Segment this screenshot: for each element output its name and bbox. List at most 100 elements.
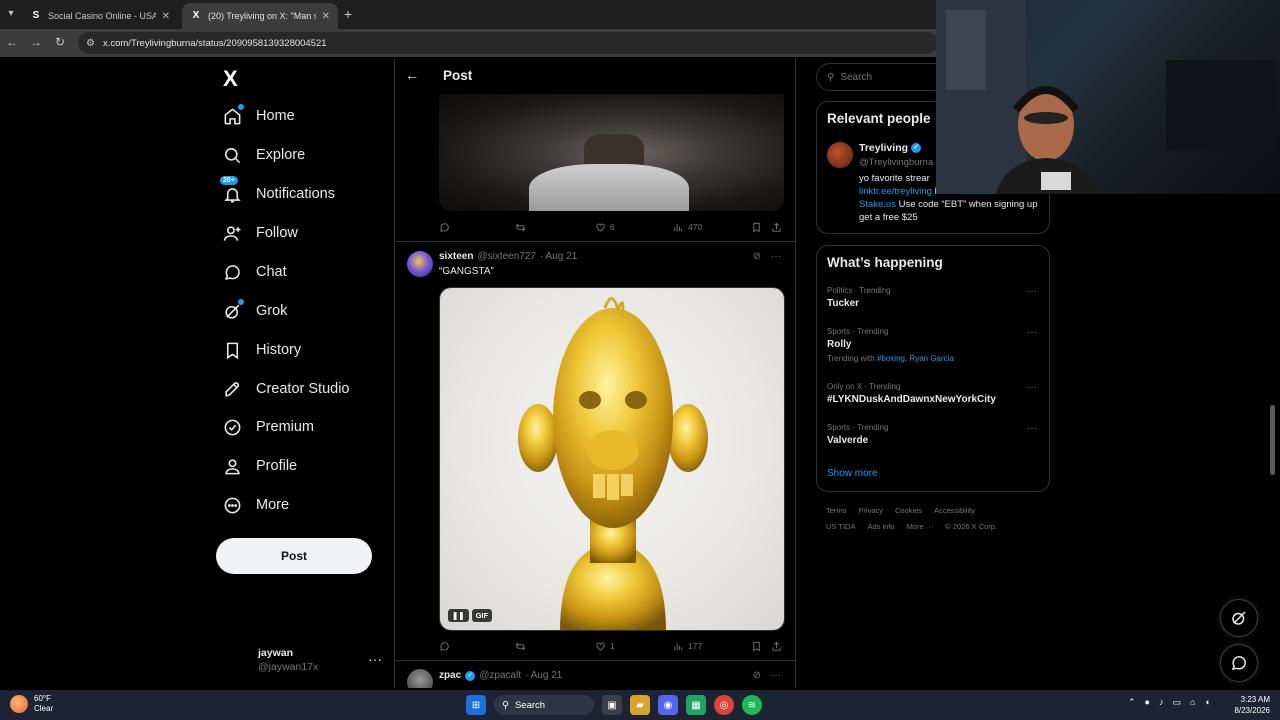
tab-x-post[interactable]: X (20) Treyliving on X: "Man shut ✕ [182,3,338,29]
nav-creator-studio[interactable]: Creator Studio [222,376,350,402]
footer-link[interactable]: More ··· [907,522,934,531]
footer-link[interactable]: Terms [826,506,846,515]
heart-icon [596,223,605,232]
trend-item[interactable]: Politics · Trending Tucker ··· [827,286,1041,309]
footer-link[interactable]: Ads info [867,522,894,531]
display-icon[interactable]: ▭ [1172,697,1181,708]
views-button[interactable]: 470 [673,222,702,233]
more-icon[interactable]: ··· [771,670,781,681]
nav-explore[interactable]: Explore [222,142,305,168]
share-button[interactable] [771,641,782,652]
bookmark-button[interactable] [751,222,762,233]
trend-item[interactable]: Sports · Trending Rolly Trending with #b… [827,327,1041,363]
nav-profile[interactable]: Profile [222,453,297,479]
grok-icon[interactable]: ⊘ [753,251,761,262]
microphone-icon[interactable]: ♪ [1159,697,1164,708]
show-more-link[interactable]: Show more [827,468,878,479]
more-icon[interactable]: ··· [1027,286,1037,297]
chrome-icon[interactable]: ◎ [714,695,734,715]
volume-icon[interactable]: ◖ [1204,697,1209,708]
nav-grok[interactable]: Grok [222,298,287,324]
trend-item[interactable]: Only on X · Trending #LYKNDuskAndDawnxNe… [827,382,1041,405]
tweet-author-handle[interactable]: @sixteen727 [477,251,536,262]
chevron-up-icon[interactable]: ⌃ [1128,697,1136,708]
back-arrow-icon[interactable]: ← [405,67,419,83]
more-icon[interactable]: ··· [771,251,781,262]
tweet-date[interactable]: · Aug 21 [525,670,562,681]
like-button[interactable]: 6 [595,222,615,233]
account-more-icon[interactable]: ··· [368,651,382,667]
start-icon[interactable]: ⊞ [466,695,486,715]
tweet-gif[interactable]: ❚❚ GIF [439,287,785,631]
tweet-author-name[interactable]: sixteen [439,251,473,262]
footer-link[interactable]: Accessibility [934,506,975,515]
taskbar-search[interactable]: ⚲ Search [494,695,594,715]
repost-button[interactable] [515,222,526,233]
tweet-header: sixteen @sixteen727 · Aug 21 [439,251,577,262]
x-logo[interactable]: X [223,66,238,92]
grok-fab-button[interactable] [1220,599,1258,637]
discord-icon[interactable]: ◉ [658,695,678,715]
account-name[interactable]: jaywan [258,647,293,659]
footer-link[interactable]: Privacy [858,506,883,515]
footer-link[interactable]: US TIDA [826,522,855,531]
site-info-icon[interactable]: ⚙ [86,38,95,49]
back-icon[interactable]: ← [4,35,20,49]
reply-button[interactable] [439,222,450,233]
tweet-date[interactable]: · Aug 21 [540,251,577,262]
nav-chat[interactable]: Chat [222,259,287,285]
page-scrollbar[interactable] [1270,405,1275,475]
reload-icon[interactable]: ↻ [52,35,68,49]
app-icon[interactable]: ▦ [686,695,706,715]
tweet-author-name[interactable]: zpac [439,670,461,681]
more-icon[interactable]: ··· [1027,423,1037,434]
more-icon[interactable]: ··· [1027,382,1037,393]
footer-links: US TIDA Ads info More ··· © 2026 X Corp. [826,522,997,531]
close-tab-icon[interactable]: ✕ [162,11,170,22]
url-field[interactable]: ⚙ x.com/Treylivingburna/status/209095813… [78,32,938,54]
footer-link[interactable]: Cookies [895,506,922,515]
spotify-icon[interactable]: ≋ [742,695,762,715]
repost-button[interactable] [515,641,526,652]
bio-link[interactable]: linktr.ee/treyliving [859,186,932,197]
like-button[interactable]: 1 [595,641,615,652]
account-handle[interactable]: @jaywan17x [258,661,318,673]
post-button[interactable]: Post [216,538,372,574]
network-icon[interactable]: ⌂ [1190,697,1195,708]
taskbar-clock[interactable]: 3:23 AM 8/23/2026 [1226,694,1270,716]
nav-premium[interactable]: Premium [222,414,314,440]
file-explorer-icon[interactable]: ▰ [630,695,650,715]
forward-icon[interactable]: → [28,35,44,49]
task-view-icon[interactable]: ▣ [602,695,622,715]
relevant-person-name[interactable]: Treyliving ✓ [859,142,922,154]
avatar[interactable] [407,251,433,277]
tab-social-casino[interactable]: S Social Casino Online - USA's Be ✕ [22,3,178,29]
trend-context-links[interactable]: #boxing, Ryan Garcia [877,354,954,363]
pause-icon[interactable]: ❚❚ [448,609,469,622]
share-button[interactable] [771,222,782,233]
new-tab-button[interactable]: + [344,6,352,22]
tray-app-icon[interactable]: ● [1145,697,1150,708]
tweet-author-handle[interactable]: @zpacalt [479,670,521,681]
weather-widget[interactable]: 60°F Clear [10,694,53,714]
more-icon[interactable]: ··· [1027,327,1037,338]
nav-notifications[interactable]: 20+ Notifications [220,176,335,207]
nav-home[interactable]: Home [222,103,295,129]
bio-link[interactable]: Stake.us [859,199,896,210]
nav-follow[interactable]: Follow [222,220,298,246]
bookmark-button[interactable] [751,641,762,652]
footer-text: © 2026 X Corp. [945,522,998,531]
chat-fab-button[interactable] [1220,644,1258,682]
nav-history[interactable]: History [222,337,301,363]
tab-search-icon[interactable]: ▾ [3,6,19,22]
avatar[interactable] [827,142,853,168]
trend-item[interactable]: Sports · Trending Valverde ··· [827,423,1041,446]
close-tab-icon[interactable]: ✕ [322,11,330,22]
views-button[interactable]: 177 [673,641,702,652]
relevant-person-handle[interactable]: @Treylivingburna [859,157,933,168]
grok-icon[interactable]: ⊘ [753,670,761,681]
reply-button[interactable] [439,641,450,652]
nav-more[interactable]: More [222,492,289,518]
tweet-video[interactable] [439,94,784,211]
avatar[interactable] [407,669,433,688]
